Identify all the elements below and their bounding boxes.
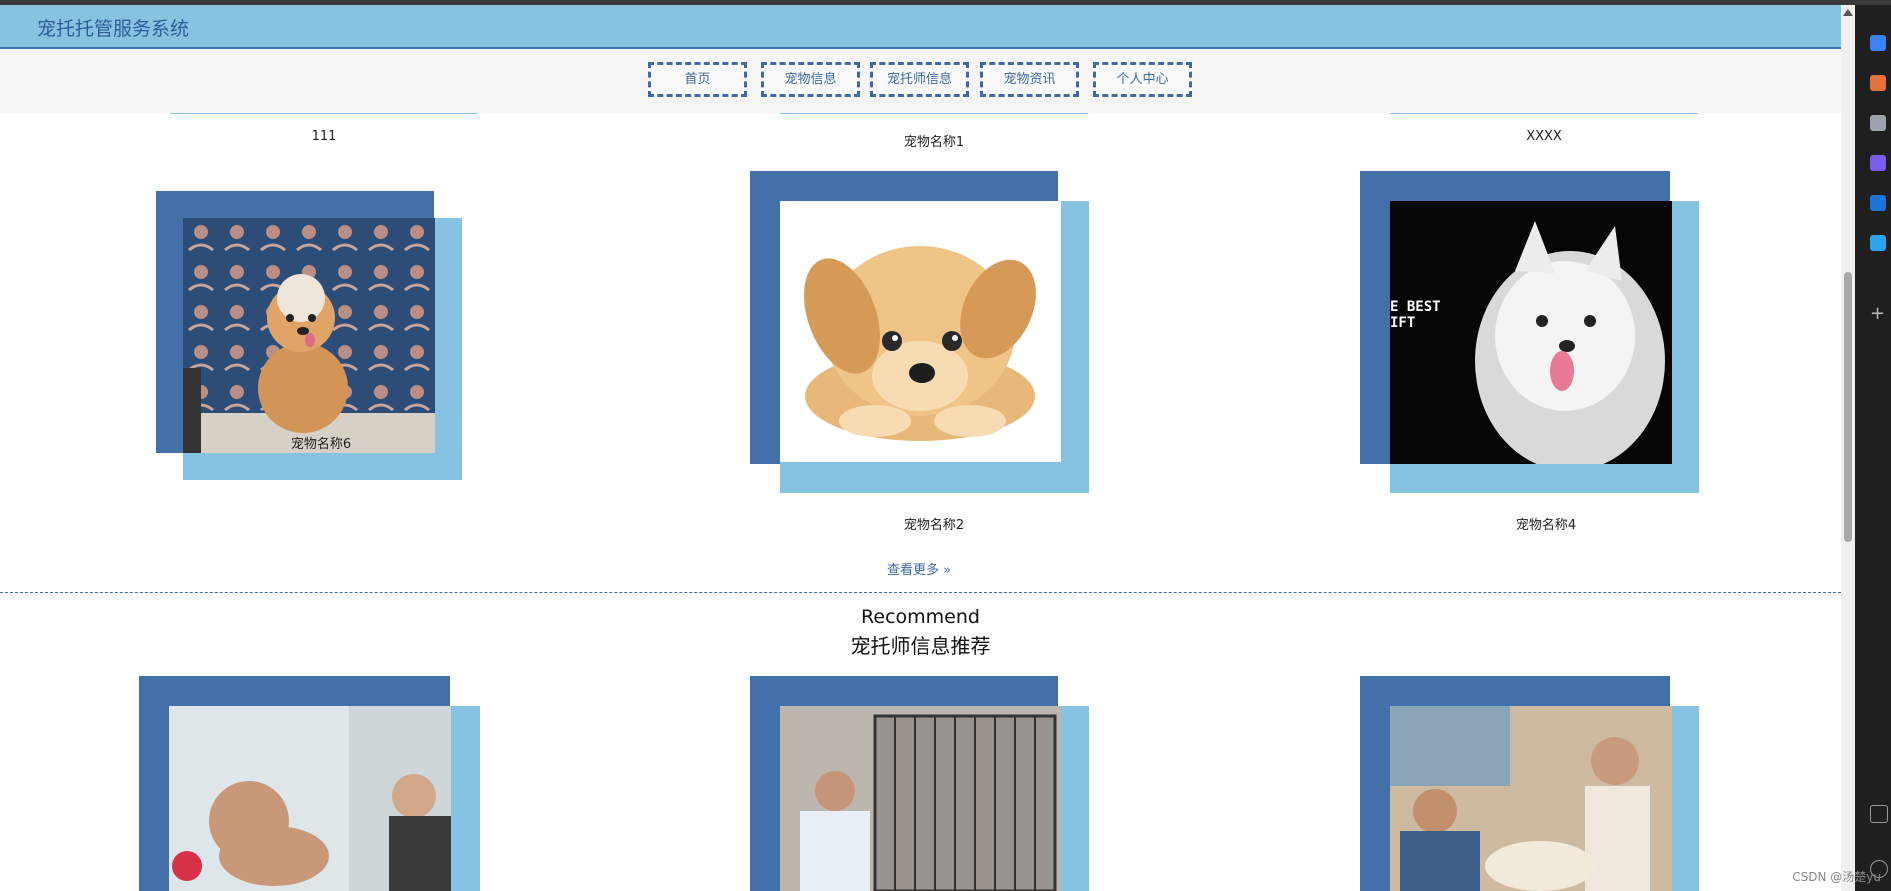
grooming-photo-icon [169,706,451,891]
briefcase-icon[interactable] [1870,75,1886,91]
white-dog-photo-icon [1390,201,1672,464]
pet-caption[interactable]: 宠物名称6 [171,433,471,452]
cage-photo-icon [780,706,1061,891]
nav-item-sitter-info[interactable]: 宠托师信息 [870,62,969,97]
sitter-photo[interactable] [780,706,1061,891]
sitter-card[interactable] [1360,676,1699,891]
send-icon[interactable] [1870,235,1886,251]
pet-caption[interactable]: 111 [174,129,474,144]
nav-item-profile[interactable]: 个人中心 [1093,62,1192,97]
groomers-photo-icon [1390,706,1672,891]
pet-caption[interactable]: 宠物名称4 [1396,514,1696,533]
copilot-icon[interactable] [1870,155,1886,171]
pet-card[interactable]: E BEST IFT [1360,171,1699,501]
pet-card[interactable] [750,171,1089,501]
prev-card-edge [1390,113,1698,114]
site-header: 宠托托管服务系统 [0,5,1841,49]
nav-item-home[interactable]: 首页 [648,62,747,97]
main-content: 111 宠物名称1 XXXX 宠物名称6 宠物名称2 E BEST IFT 宠物… [0,113,1841,891]
add-icon[interactable]: + [1870,303,1885,324]
pet-card[interactable] [156,191,462,480]
puppy-photo-icon [804,246,1036,441]
nav-item-pet-news[interactable]: 宠物资讯 [980,62,1079,97]
sitter-card[interactable] [750,676,1089,891]
pet-caption[interactable]: 宠物名称1 [784,131,1084,150]
watermark: CSDN @汤楚yu [1792,870,1881,884]
nav-item-pet-info[interactable]: 宠物信息 [761,62,860,97]
section-divider [0,592,1841,593]
main-nav: 首页 宠物信息 宠托师信息 宠物资讯 个人中心 [0,49,1841,113]
pet-photo[interactable] [780,201,1061,462]
page-scrollbar[interactable] [1841,5,1855,891]
sitter-card[interactable] [139,676,480,891]
dog-photo-icon [183,218,435,453]
pet-photo[interactable] [183,218,435,453]
recommend-title: Recommend [861,606,980,628]
screenshot-icon[interactable] [1870,805,1888,823]
outlook-icon[interactable] [1870,195,1886,211]
view-more-link[interactable]: 查看更多 » [887,559,951,578]
page-viewport: 宠托托管服务系统 首页 宠物信息 宠托师信息 宠物资讯 个人中心 111 宠物名… [0,5,1841,891]
browser-sidebar: + [1855,5,1891,891]
prev-card-edge [780,113,1088,114]
person-icon[interactable] [1870,115,1886,131]
recommend-subtitle: 宠托师信息推荐 [850,634,991,658]
photo-overlay-text: E BEST IFT [1390,299,1441,331]
sitter-photo[interactable] [169,706,451,891]
diamond-icon[interactable] [1870,35,1886,51]
scrollbar-thumb[interactable] [1844,272,1852,542]
site-title[interactable]: 宠托托管服务系统 [37,14,189,41]
sitter-photo[interactable] [1390,706,1672,891]
pet-caption[interactable]: 宠物名称2 [784,514,1084,533]
pet-caption[interactable]: XXXX [1394,129,1694,144]
prev-card-edge [170,113,478,114]
scroll-up-arrow-icon[interactable] [1843,9,1853,16]
pet-photo[interactable]: E BEST IFT [1390,201,1672,464]
